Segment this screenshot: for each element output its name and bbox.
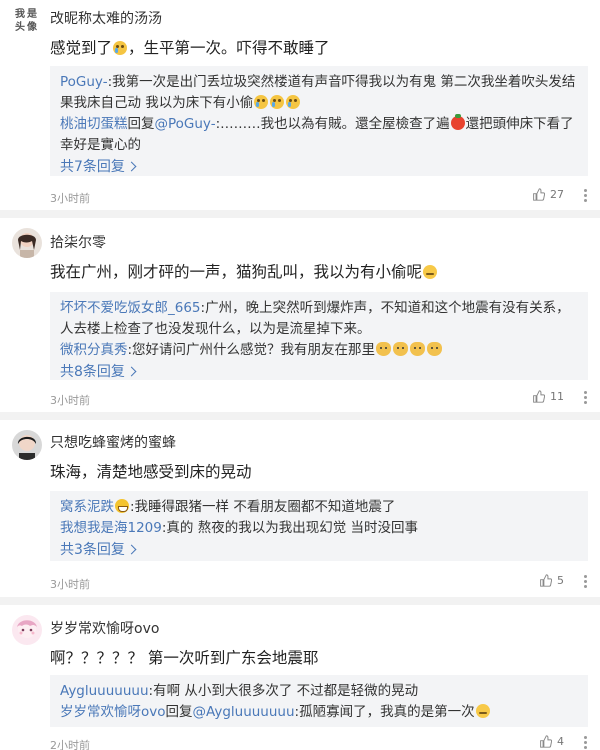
doge-emoji-icon: [376, 342, 392, 356]
reply-item[interactable]: 窝系泥跌:我睡得跟猪一样 不看朋友圈都不知道地震了: [60, 497, 578, 518]
comment-time: 3小时前: [50, 394, 90, 407]
comment-time: 3小时前: [50, 192, 90, 205]
more-replies-link[interactable]: 共7条回复: [60, 157, 137, 178]
cry-emoji-icon: [270, 95, 285, 109]
cry-emoji-icon: [113, 41, 128, 55]
more-replies-link[interactable]: 共8条回复: [60, 362, 137, 383]
comment-1: 我是 头像 改昵称太难的汤汤 感觉到了 ，生平第一次。吓得不敢睡了 PoGuy-:我…: [0, 0, 600, 205]
reply-username[interactable]: 我想我是海1209: [60, 520, 162, 536]
cry-emoji-icon: [254, 95, 269, 109]
avatar[interactable]: [12, 615, 42, 645]
reply-item[interactable]: 我想我是海1209:真的 熬夜的我以为我出现幻觉 当时没回事: [60, 518, 578, 539]
separator: [0, 412, 600, 420]
reply-item[interactable]: PoGuy-:我第一次是出门丢垃圾突然楼道有声音吓得我以为有鬼 第二次我坐着吹头…: [60, 72, 578, 114]
reply-target[interactable]: @PoGuy-: [155, 116, 216, 132]
cry-emoji-icon: [286, 95, 301, 109]
more-vertical-icon[interactable]: [584, 573, 588, 590]
avatar-image: [12, 228, 42, 258]
reply-username[interactable]: 岁岁常欢愉呀ovo: [60, 704, 166, 720]
reply-item[interactable]: 岁岁常欢愉呀ovo回复@Aygluuuuuuu:孤陋寡闻了，我真的是第一次: [60, 702, 578, 723]
reply-target[interactable]: @Aygluuuuuuu: [193, 704, 295, 720]
like-count: 11: [550, 390, 564, 403]
reply-item[interactable]: 微积分真秀:您好请问广州什么感觉？我有朋友在那里: [60, 340, 578, 361]
thumbs-up-icon: [540, 574, 552, 587]
comment-username[interactable]: 岁岁常欢愉呀ovo: [50, 618, 159, 638]
tomato-emoji-icon: [450, 114, 465, 130]
reply-box: 窝系泥跌:我睡得跟猪一样 不看朋友圈都不知道地震了 我想我是海1209:真的 熬…: [50, 491, 588, 561]
comment-username[interactable]: 只想吃蜂蜜烤的蜜蜂: [50, 432, 176, 452]
like-button[interactable]: 4: [539, 735, 564, 748]
more-vertical-icon[interactable]: [584, 734, 588, 750]
avatar[interactable]: [12, 430, 42, 460]
like-count: 27: [550, 188, 564, 201]
thumbs-up-icon: [540, 735, 552, 748]
avatar-image: [12, 430, 42, 460]
comment-4: 岁岁常欢愉呀ovo 啊？？？？？ 第一次听到广东会地震耶 Aygluuuuuuu…: [0, 605, 600, 750]
avatar-placeholder-text[interactable]: 我是 头像: [10, 8, 44, 34]
like-count: 4: [557, 735, 564, 748]
reply-item[interactable]: 桃油切蛋糕回复@PoGuy-:………我也以為有賊。還全屋檢查了遍 還把頭伸床下看了…: [60, 114, 578, 156]
reply-item[interactable]: 坏坏不爱吃饭女郎_665:广州，晚上突然听到爆炸声，不知道和这个地震有没有关系，…: [60, 298, 578, 340]
comment-time: 2小时前: [50, 739, 90, 750]
separator: [0, 597, 600, 605]
reply-box: PoGuy-:我第一次是出门丢垃圾突然楼道有声音吓得我以为有鬼 第二次我坐着吹头…: [50, 66, 588, 176]
reply-username[interactable]: 微积分真秀: [60, 342, 128, 358]
comment-text: 我在广州，刚才砰的一声，猫狗乱叫，我以为有小偷呢: [50, 260, 438, 282]
thumbs-up-icon: [533, 188, 545, 201]
comment-3: 只想吃蜂蜜烤的蜜蜂 珠海，清楚地感受到床的晃动 窝系泥跌:我睡得跟猪一样 不看朋…: [0, 420, 600, 598]
reply-username[interactable]: 桃油切蛋糕: [60, 116, 128, 132]
reply-username[interactable]: 坏坏不爱吃饭女郎_665: [60, 300, 201, 316]
smug-emoji-icon: [423, 265, 438, 279]
reply-box: Aygluuuuuuu:有啊 从小到大很多次了 不过都是轻微的晃动 岁岁常欢愉呀…: [50, 675, 588, 727]
grin-emoji-icon: [115, 499, 129, 513]
doge-emoji-icon: [410, 342, 426, 356]
doge-emoji-icon: [427, 342, 443, 356]
comment-text: 珠海，清楚地感受到床的晃动: [50, 463, 252, 481]
more-vertical-icon[interactable]: [584, 389, 588, 406]
doge-emoji-icon: [393, 342, 409, 356]
separator: [0, 210, 600, 218]
like-button[interactable]: 11: [532, 390, 564, 403]
comment-text: 感觉到了 ，生平第一次。吓得不敢睡了: [50, 39, 330, 57]
chevron-right-icon: [126, 366, 137, 377]
avatar-image: [12, 615, 42, 645]
reply-item[interactable]: Aygluuuuuuu:有啊 从小到大很多次了 不过都是轻微的晃动: [60, 681, 578, 702]
reply-box: 坏坏不爱吃饭女郎_665:广州，晚上突然听到爆炸声，不知道和这个地震有没有关系，…: [50, 292, 588, 380]
smug-emoji-icon: [475, 704, 490, 718]
comment-time: 3小时前: [50, 578, 90, 591]
chevron-right-icon: [126, 544, 137, 555]
thumbs-up-icon: [533, 390, 545, 403]
like-button[interactable]: 5: [539, 574, 564, 587]
more-vertical-icon[interactable]: [584, 187, 588, 204]
comment-username[interactable]: 拾柒尔零: [50, 232, 106, 252]
chevron-right-icon: [126, 161, 137, 172]
comment-text: 啊？？？？？ 第一次听到广东会地震耶: [50, 649, 319, 667]
reply-username[interactable]: 窝系泥跌: [60, 499, 114, 515]
reply-username[interactable]: PoGuy-: [60, 74, 108, 90]
more-replies-link[interactable]: 共3条回复: [60, 540, 137, 561]
comment-2: 拾柒尔零 我在广州，刚才砰的一声，猫狗乱叫，我以为有小偷呢 坏坏不爱吃饭女郎_6…: [0, 218, 600, 413]
like-button[interactable]: 27: [532, 188, 564, 201]
avatar[interactable]: [12, 228, 42, 258]
reply-username[interactable]: Aygluuuuuuu: [60, 683, 149, 699]
comment-username[interactable]: 改昵称太难的汤汤: [50, 8, 162, 28]
like-count: 5: [557, 574, 564, 587]
